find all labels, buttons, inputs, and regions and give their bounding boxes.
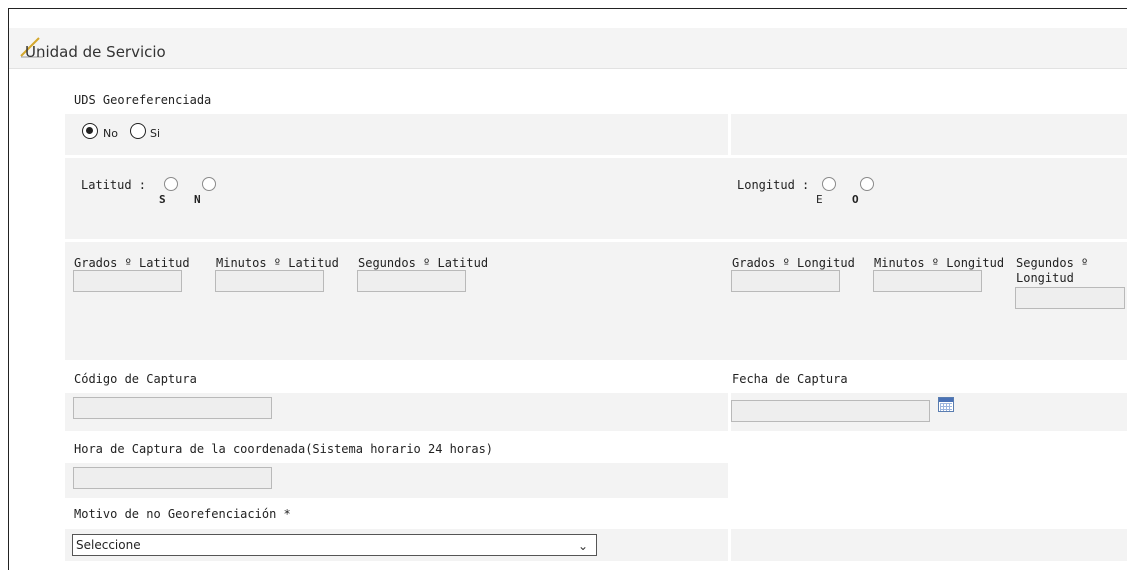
lon-e-label: E [816,193,823,206]
section-title: Unidad de Servicio [25,43,166,61]
uds-georef-label: UDS Georeferenciada [74,93,212,107]
hemisphere-band [65,158,1127,239]
longitud-label: Longitud : [737,178,810,192]
segundos-lon-label-1: Segundos º [1016,256,1089,270]
lat-n-label: N [194,193,201,206]
motivo-label: Motivo de no Georefenciación * [74,507,291,521]
lat-s-label: S [159,193,166,206]
radio-no[interactable] [82,123,98,139]
codigo-captura-input[interactable] [73,397,272,419]
chevron-down-icon: ⌄ [577,539,588,553]
motivo-band-right [731,529,1127,561]
radio-lon-e[interactable] [822,177,836,191]
radio-lon-o[interactable] [860,177,874,191]
minutos-lat-input[interactable] [215,270,324,292]
grados-lon-label: Grados º Longitud [732,256,855,270]
radio-si[interactable] [130,123,146,139]
radio-lat-n[interactable] [202,177,216,191]
grados-lat-label: Grados º Latitud [74,256,190,270]
segundos-lon-input[interactable] [1015,287,1125,309]
minutos-lon-input[interactable] [873,270,982,292]
fecha-captura-label: Fecha de Captura [732,372,848,386]
segundos-lon-label-2: Longitud [1016,271,1074,285]
grados-lon-input[interactable] [731,270,840,292]
uds-georef-band [65,114,728,155]
calendar-icon[interactable] [938,397,954,412]
latitud-label: Latitud : [81,178,147,192]
motivo-select[interactable]: Seleccione ⌄ [72,534,597,556]
radio-lat-s[interactable] [164,177,178,191]
uds-georef-band-right [731,114,1127,155]
lon-o-label: O [852,193,859,206]
codigo-captura-label: Código de Captura [74,372,197,386]
segundos-lat-label: Segundos º Latitud [358,256,489,270]
radio-si-label: Si [150,127,161,140]
hora-captura-input[interactable] [73,467,272,489]
radio-no-label: No [103,127,118,140]
minutos-lon-label: Minutos º Longitud [874,256,1005,270]
grados-lat-input[interactable] [73,270,182,292]
section-header [9,28,1127,69]
hora-captura-label: Hora de Captura de la coordenada(Sistema… [74,442,494,456]
segundos-lat-input[interactable] [357,270,466,292]
motivo-select-value: Seleccione [76,538,141,552]
minutos-lat-label: Minutos º Latitud [216,256,339,270]
fecha-captura-input[interactable] [731,400,930,422]
